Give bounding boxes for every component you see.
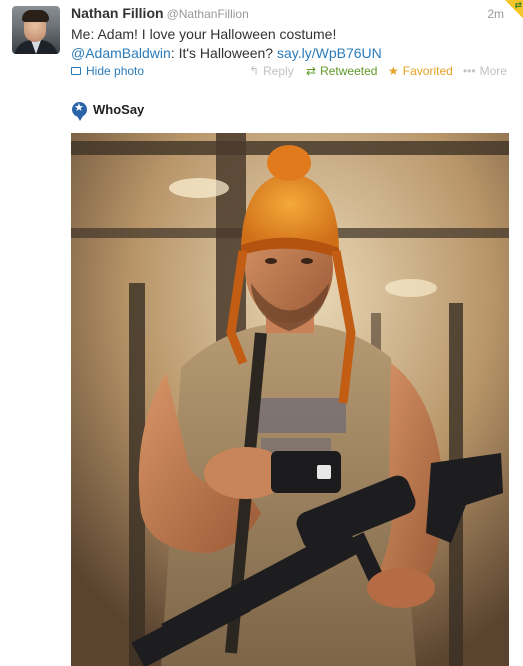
hide-photo-label: Hide photo [86,64,145,78]
retweet-button[interactable]: ⇄ Retweeted [306,64,377,78]
short-url-link[interactable]: say.ly/WpB76UN [277,45,382,61]
more-button[interactable]: ••• More [463,64,507,78]
tweet-text: Me: Adam! I love your Halloween costume!… [71,25,511,63]
whosay-star-icon [72,101,87,121]
tweet-photo[interactable] [71,133,509,666]
media-source[interactable]: WhoSay [72,101,145,121]
author-username[interactable]: @NathanFillion [167,7,249,21]
ellipsis-icon: ••• [463,64,476,78]
source-name: WhoSay [93,102,145,117]
more-label: More [479,64,507,78]
tweet-text-line-1: Me: Adam! I love your Halloween costume! [71,26,337,42]
favorite-label: Favorited [402,64,453,78]
reply-label: Reply [263,64,294,78]
retweet-corner-icon: ⇄ [514,0,522,10]
star-icon: ★ [388,64,399,78]
avatar-hair [22,10,49,22]
tweet-header: Nathan Fillion @NathanFillion [71,5,249,21]
tweet-text-line-2-rest: : It's Halloween? [170,45,277,61]
retweet-label: Retweeted [320,64,378,78]
retweet-corner-badge: ⇄ [505,0,523,18]
photo-illustration [71,133,509,666]
tweet-timestamp[interactable]: 2m [487,7,504,21]
author-fullname[interactable]: Nathan Fillion [71,5,164,21]
photo-icon [71,67,81,75]
reply-arrow-icon: ↰ [249,64,260,78]
avatar[interactable] [12,6,60,54]
tweet-text-line-2: @AdamBaldwin: It's Halloween? say.ly/WpB… [71,44,511,63]
tweet[interactable]: ⇄ Nathan Fillion @NathanFillion 2m Me: Ad… [0,0,523,666]
hide-photo-button[interactable]: Hide photo [71,64,144,78]
favorite-button[interactable]: ★ Favorited [388,64,453,78]
reply-button[interactable]: ↰ Reply [249,64,294,78]
tweet-actions: Hide photo ↰ Reply ⇄ Retweeted ★ Favorited … [71,64,511,80]
mention-link[interactable]: @AdamBaldwin [71,45,171,61]
retweet-icon: ⇄ [306,64,317,78]
